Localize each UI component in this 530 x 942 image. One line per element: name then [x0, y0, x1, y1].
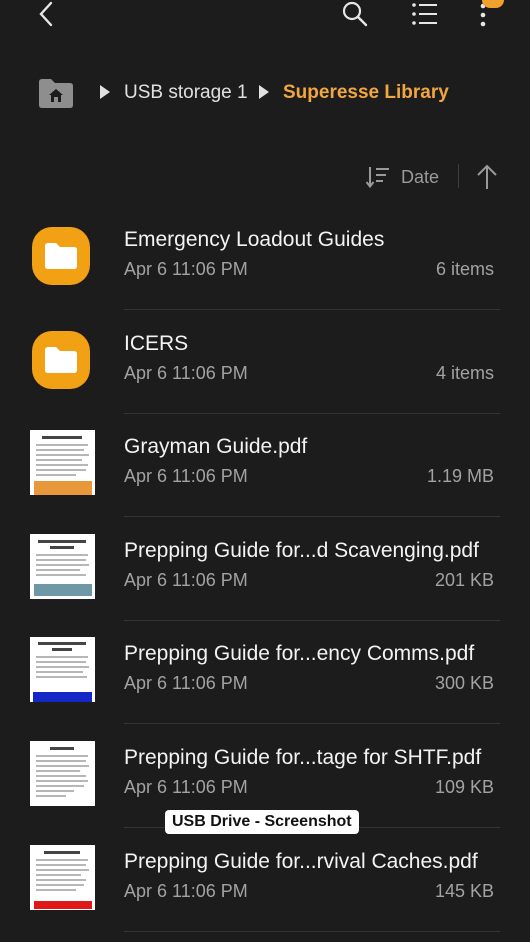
pdf-thumbnail	[30, 741, 95, 806]
thumbnail-accent	[34, 901, 92, 909]
pdf-thumbnail	[30, 534, 95, 599]
file-date: Apr 6 11:06 PM	[124, 259, 248, 279]
back-button[interactable]	[30, 0, 62, 30]
file-name: Grayman Guide.pdf	[124, 435, 308, 458]
home-folder-icon	[39, 79, 73, 108]
arrow-up-icon[interactable]	[476, 164, 498, 190]
top-bar	[0, 0, 530, 40]
thumbnail-accent	[34, 584, 92, 596]
file-meta: 4 items	[435, 363, 494, 383]
folder-icon	[32, 331, 90, 389]
file-meta: 145 KB	[434, 881, 494, 901]
breadcrumb-arrow-icon	[259, 85, 269, 99]
file-meta: 6 items	[435, 259, 494, 279]
file-date: Apr 6 11:06 PM	[124, 363, 248, 383]
pdf-thumbnail	[30, 637, 95, 702]
list-item[interactable]: Grayman Guide.pdf Apr 6 11:06 PM 1.19 MB	[0, 413, 530, 517]
file-meta: 201 KB	[434, 570, 494, 590]
file-date: Apr 6 11:06 PM	[124, 673, 248, 693]
chevron-left-icon	[39, 1, 53, 27]
home-button[interactable]	[38, 77, 74, 109]
list-item[interactable]: ICERS Apr 6 11:06 PM 4 items	[0, 310, 530, 414]
screenshot-watermark-label: USB Drive - Screenshot	[165, 810, 359, 834]
file-name: Prepping Guide for...rvival Caches.pdf	[124, 850, 478, 873]
file-name: ICERS	[124, 332, 189, 355]
file-meta: 300 KB	[434, 673, 494, 693]
file-name: Emergency Loadout Guides	[124, 228, 385, 251]
thumbnail-accent	[34, 481, 92, 495]
folder-icon	[32, 227, 90, 285]
file-meta: 1.19 MB	[426, 466, 494, 486]
sort-bar: Date	[0, 158, 530, 198]
list-item[interactable]: Prepping Guide for...rvival Caches.pdf A…	[0, 828, 530, 932]
file-name: Prepping Guide for...d Scavenging.pdf	[124, 539, 479, 562]
file-date: Apr 6 11:06 PM	[124, 466, 248, 486]
search-button[interactable]	[338, 0, 372, 30]
file-name: Prepping Guide for...ency Comms.pdf	[124, 642, 475, 665]
list-item[interactable]: Prepping Guide for...d Scavenging.pdf Ap…	[0, 517, 530, 621]
thumbnail-accent	[33, 692, 92, 702]
breadcrumb-item-current[interactable]: Superesse Library	[283, 82, 449, 104]
sort-label[interactable]: Date	[401, 167, 439, 188]
file-name: Prepping Guide for...tage for SHTF.pdf	[124, 746, 482, 769]
row-divider	[124, 931, 500, 932]
file-date: Apr 6 11:06 PM	[124, 881, 248, 901]
list-item[interactable]: Emergency Loadout Guides Apr 6 11:06 PM …	[0, 206, 530, 310]
breadcrumb-item-usb-storage[interactable]: USB storage 1	[124, 82, 248, 104]
file-date: Apr 6 11:06 PM	[124, 777, 248, 797]
pdf-thumbnail	[30, 845, 95, 910]
file-meta: 109 KB	[434, 777, 494, 797]
notification-badge	[482, 0, 504, 8]
search-icon	[342, 1, 368, 27]
list-view-icon	[412, 3, 437, 25]
breadcrumb: USB storage 1 Superesse Library	[0, 72, 530, 116]
pdf-thumbnail	[30, 430, 95, 495]
list-view-button[interactable]	[408, 0, 442, 30]
breadcrumb-arrow-icon	[100, 85, 110, 99]
file-date: Apr 6 11:06 PM	[124, 570, 248, 590]
sort-divider	[458, 164, 459, 188]
list-item[interactable]: Prepping Guide for...ency Comms.pdf Apr …	[0, 620, 530, 724]
sort-icon[interactable]	[366, 166, 390, 188]
